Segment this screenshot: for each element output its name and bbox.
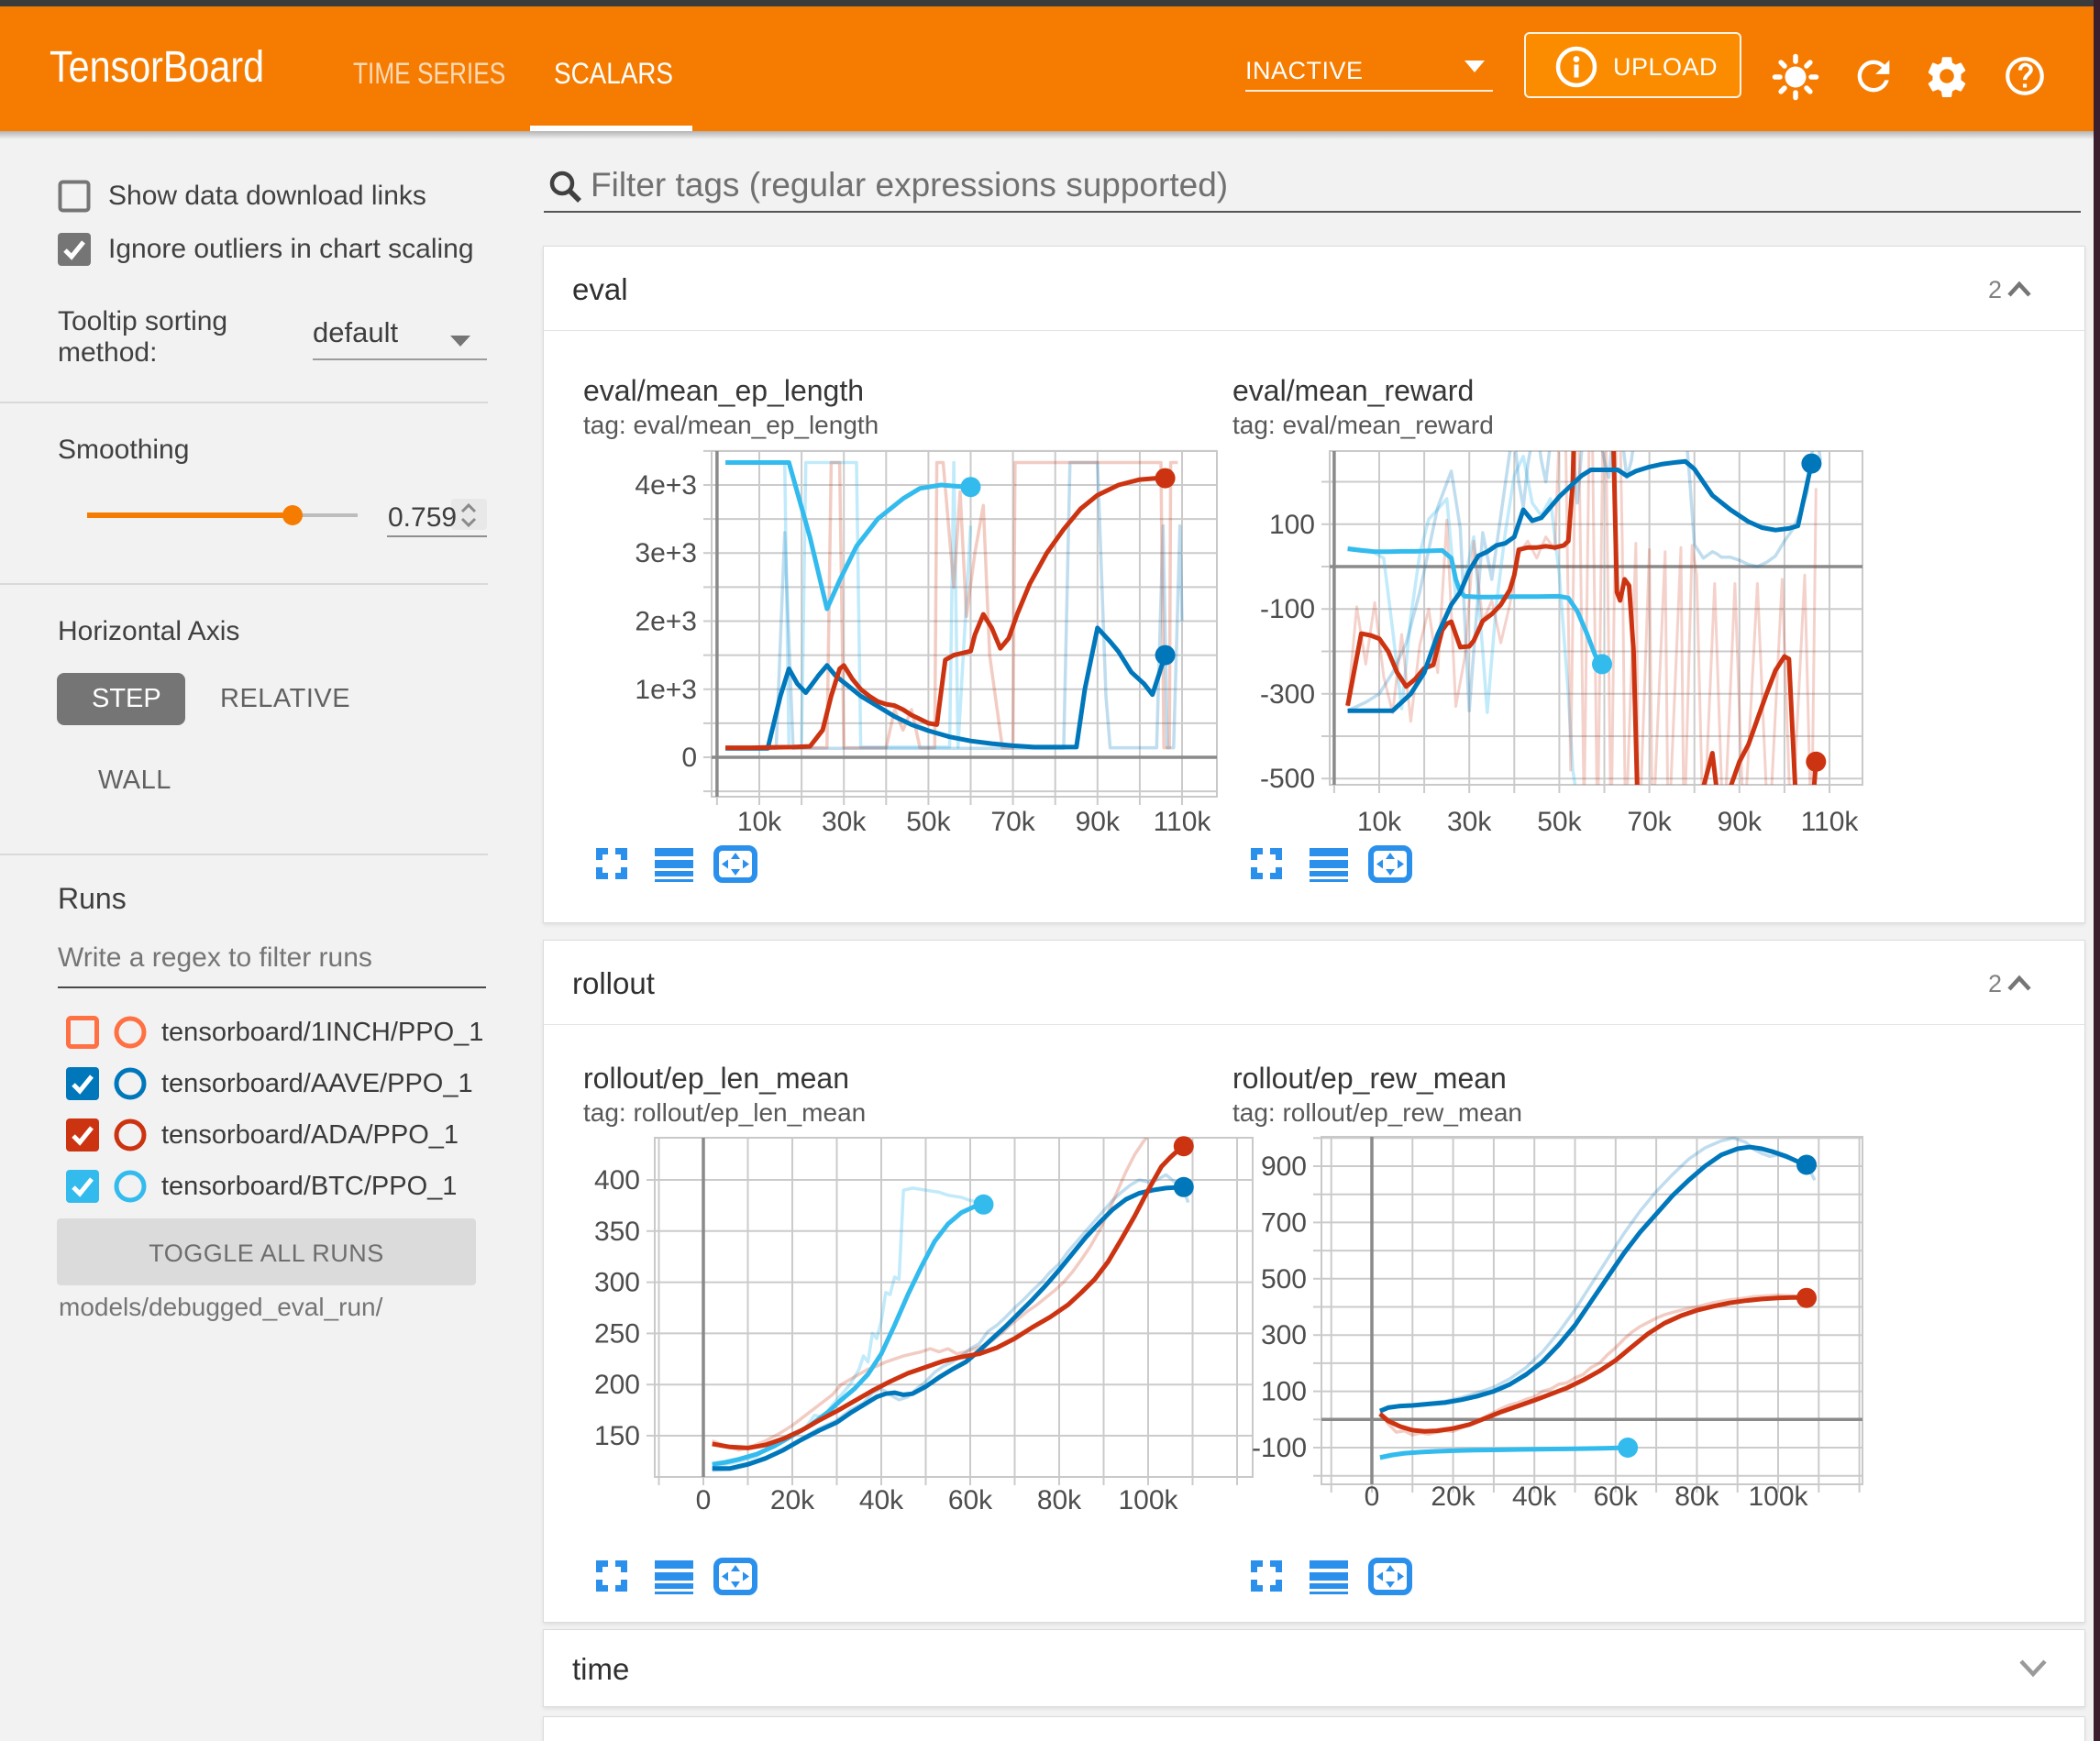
svg-text:-300: -300: [1260, 679, 1315, 710]
svg-text:60k: 60k: [1594, 1482, 1639, 1512]
svg-text:0: 0: [1365, 1482, 1380, 1512]
svg-text:-100: -100: [1252, 1433, 1307, 1463]
svg-text:700: 700: [1261, 1207, 1307, 1238]
svg-text:500: 500: [1261, 1264, 1307, 1295]
svg-text:4e+3: 4e+3: [635, 470, 697, 501]
svg-text:10k: 10k: [737, 807, 782, 837]
svg-text:150: 150: [594, 1421, 640, 1451]
svg-text:300: 300: [594, 1268, 640, 1298]
svg-text:90k: 90k: [1076, 807, 1121, 837]
svg-text:1e+3: 1e+3: [635, 675, 697, 705]
svg-text:30k: 30k: [1447, 807, 1492, 837]
svg-text:-100: -100: [1260, 594, 1315, 624]
svg-text:110k: 110k: [1154, 807, 1212, 837]
svg-text:250: 250: [594, 1318, 640, 1349]
svg-text:30k: 30k: [822, 807, 867, 837]
svg-text:50k: 50k: [1537, 807, 1582, 837]
svg-text:70k: 70k: [990, 807, 1035, 837]
svg-text:40k: 40k: [859, 1485, 904, 1515]
svg-text:20k: 20k: [770, 1485, 815, 1515]
svg-text:300: 300: [1261, 1320, 1307, 1350]
svg-text:-500: -500: [1260, 764, 1315, 794]
svg-text:100: 100: [1269, 510, 1315, 540]
svg-text:200: 200: [594, 1370, 640, 1400]
svg-text:80k: 80k: [1037, 1485, 1082, 1515]
svg-text:100k: 100k: [1748, 1482, 1808, 1512]
svg-text:80k: 80k: [1674, 1482, 1719, 1512]
svg-text:2e+3: 2e+3: [635, 607, 697, 637]
svg-text:100k: 100k: [1118, 1485, 1178, 1515]
svg-text:70k: 70k: [1627, 807, 1672, 837]
svg-text:100: 100: [1261, 1377, 1307, 1407]
svg-text:900: 900: [1261, 1151, 1307, 1182]
svg-text:0: 0: [696, 1485, 712, 1515]
svg-text:110k: 110k: [1801, 807, 1860, 837]
svg-text:400: 400: [594, 1165, 640, 1196]
svg-text:350: 350: [594, 1217, 640, 1247]
svg-text:60k: 60k: [948, 1485, 993, 1515]
svg-text:90k: 90k: [1718, 807, 1763, 837]
svg-text:50k: 50k: [906, 807, 951, 837]
svg-text:10k: 10k: [1357, 807, 1402, 837]
svg-text:3e+3: 3e+3: [635, 538, 697, 568]
svg-text:0: 0: [681, 743, 697, 773]
svg-text:20k: 20k: [1431, 1482, 1476, 1512]
svg-text:40k: 40k: [1512, 1482, 1557, 1512]
